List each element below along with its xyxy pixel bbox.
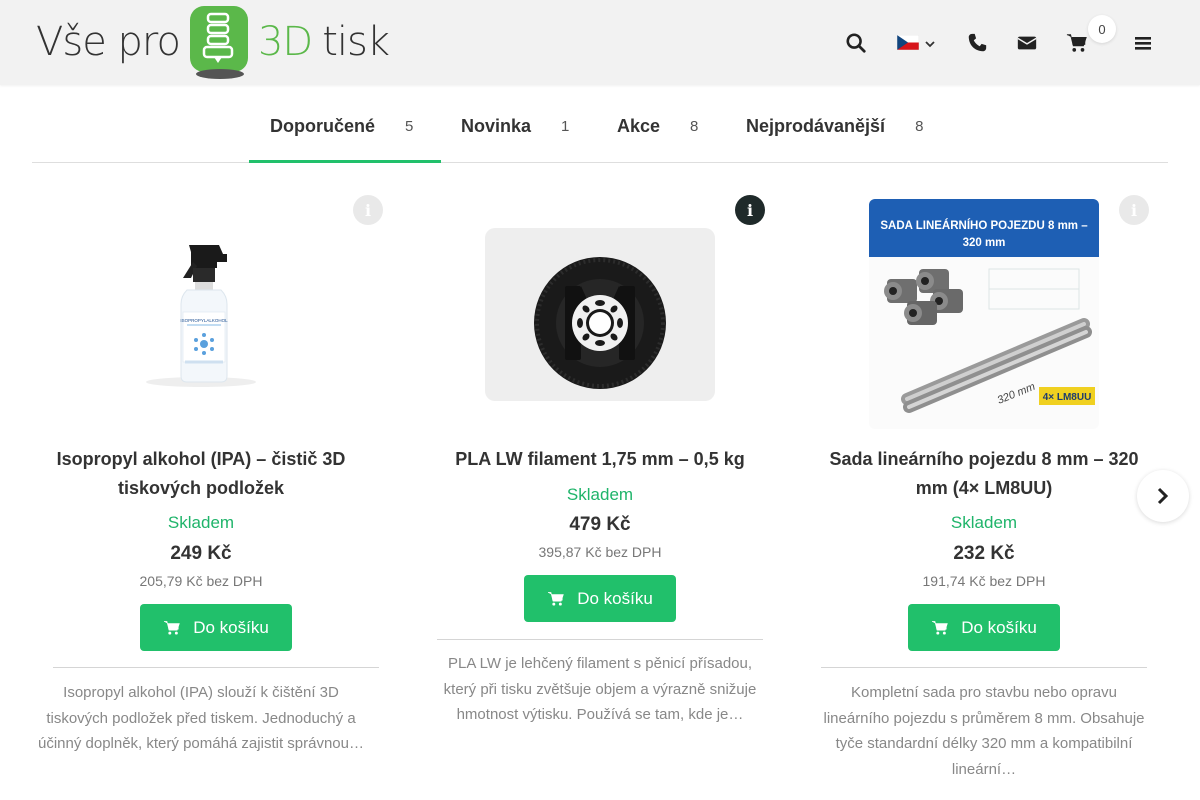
info-icon[interactable]: i (1119, 195, 1149, 225)
add-to-cart-label: Do košíku (577, 588, 653, 608)
tab-label: Akce (617, 116, 661, 136)
tab-novinka[interactable]: Novinka 1 (461, 100, 569, 163)
price-without-vat: 191,74 Kč bez DPH (922, 573, 1046, 589)
add-to-cart-label: Do košíku (961, 617, 1037, 637)
banner-line-1: SADA LINEÁRNÍHO POJEZDU 8 mm – (880, 219, 1088, 232)
flag-cz-icon[interactable] (896, 34, 920, 51)
product-image-ipa[interactable]: ISOPROPYLALKOHOL (131, 240, 271, 390)
divider (437, 639, 763, 640)
info-icon[interactable]: i (353, 195, 383, 225)
add-to-cart-label: Do košíku (193, 617, 269, 637)
price-without-vat: 395,87 Kč bez DPH (538, 544, 662, 560)
banner-line-2: 320 mm (963, 237, 1006, 249)
search-icon[interactable] (845, 32, 867, 54)
product-description: Isopropyl alkohol (IPA) slouží k čištění… (37, 684, 364, 752)
logo-text-part2: 3D (257, 19, 313, 65)
stock-status: Skladem (950, 513, 1018, 532)
add-to-cart-button[interactable]: Do košíku (524, 575, 676, 622)
tab-count: 8 (690, 118, 699, 135)
stock-status: Skladem (566, 485, 634, 504)
cart-count-badge: 0 (1088, 15, 1116, 43)
kit-badge: 4× LM8UU (1043, 392, 1092, 403)
product-description: PLA LW je lehčený filament s pěnicí přís… (443, 655, 757, 723)
price: 249 Kč (170, 543, 232, 564)
tab-count: 8 (915, 118, 924, 135)
logo-text-part3: tisk (322, 19, 390, 65)
product-description: Kompletní sada pro stavbu nebo opravu li… (823, 684, 1145, 778)
phone-icon[interactable] (966, 32, 988, 54)
tab-label: Doporučené (270, 116, 376, 136)
email-icon[interactable] (1016, 32, 1038, 54)
stock-status: Skladem (167, 513, 235, 532)
price: 232 Kč (953, 543, 1015, 564)
product-image-linear-rail-kit[interactable]: SADA LINEÁRNÍHO POJEZDU 8 mm – 320 mm 32… (869, 199, 1099, 429)
cart-icon (548, 591, 564, 606)
product-title[interactable]: PLA LW filament 1,75 mm – 0,5 kg (435, 445, 765, 474)
product-title[interactable]: Sada lineárního pojezdu 8 mm – 320 mm (4… (819, 445, 1149, 503)
product-image-pla-filament[interactable] (485, 228, 715, 401)
logo-printer-icon (188, 4, 252, 80)
tab-count: 1 (561, 118, 570, 135)
site-header: Vše pro 3D tisk 0 (0, 0, 1200, 85)
tab-label: Novinka (461, 116, 532, 136)
price: 479 Kč (569, 514, 631, 535)
product-title[interactable]: Isopropyl alkohol (IPA) – čistič 3D tisk… (36, 445, 366, 503)
chevron-down-icon[interactable] (924, 37, 936, 49)
site-logo[interactable]: Vše pro 3D tisk (36, 4, 390, 80)
cart-icon (932, 620, 948, 635)
carousel-next-button[interactable] (1137, 470, 1189, 522)
tab-count: 5 (405, 118, 414, 135)
info-icon[interactable]: i (735, 195, 765, 225)
add-to-cart-button[interactable]: Do košíku (908, 604, 1060, 651)
tab-akce[interactable]: Akce 8 (617, 100, 698, 163)
cart-icon (164, 620, 180, 635)
price-without-vat: 205,79 Kč bez DPH (139, 573, 263, 589)
product-tabs: Doporučené 5 Novinka 1 Akce 8 Nejprodáva… (32, 100, 1168, 163)
add-to-cart-button[interactable]: Do košíku (140, 604, 292, 651)
menu-icon[interactable] (1133, 32, 1153, 54)
tab-nejprodavanejsi[interactable]: Nejprodávanější 8 (746, 100, 923, 163)
divider (821, 667, 1147, 668)
cart-icon[interactable] (1066, 32, 1088, 54)
tab-doporucene[interactable]: Doporučené 5 (249, 100, 441, 163)
tab-label: Nejprodávanější (746, 116, 886, 136)
chevron-right-icon (1157, 487, 1169, 505)
divider (53, 667, 379, 668)
logo-text-part1: Vše pro (36, 19, 181, 65)
bottle-label-text: ISOPROPYLALKOHOL (180, 318, 228, 323)
